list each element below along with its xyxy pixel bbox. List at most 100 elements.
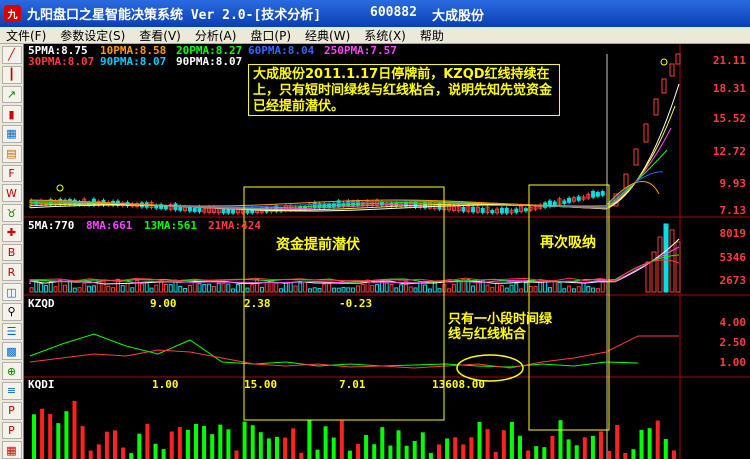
stats-icon[interactable]: ▤ <box>1 144 22 163</box>
volume-bar <box>317 287 322 293</box>
rally-volume-2 <box>657 236 663 293</box>
volume-bar <box>67 280 72 293</box>
price-axis-tick-5: 7.13 <box>719 204 747 217</box>
ma2-label-0: 30PMA:8.07 <box>28 55 95 68</box>
kzqd-red-line <box>29 335 679 369</box>
volume-bar <box>600 281 605 293</box>
pak2-icon[interactable]: P <box>1 421 22 440</box>
candle-chart-icon[interactable]: ┃ <box>1 65 22 84</box>
grid-icon[interactable]: ▩ <box>1 342 22 361</box>
kqdi-bar <box>169 431 174 459</box>
volume-bar <box>567 285 572 293</box>
candle <box>523 208 528 212</box>
vol-ma-line-2 <box>29 254 680 283</box>
volume-bar <box>130 287 135 293</box>
kqdi-bar <box>388 445 393 459</box>
magnify-icon[interactable]: ⊕ <box>1 362 22 381</box>
candle <box>226 209 231 214</box>
menu-item-7[interactable]: 帮助 <box>414 27 452 44</box>
kqdi-value-2: 15.00 <box>244 378 278 391</box>
kqdi-bar <box>339 420 344 459</box>
candle <box>562 200 567 204</box>
menu-item-5[interactable]: 经典(W) <box>299 27 358 44</box>
menu-item-6[interactable]: 系统(X) <box>358 27 414 44</box>
menu-item-4[interactable]: 盘口(P) <box>244 27 299 44</box>
kzqd-label: KZQD <box>28 297 55 310</box>
kqdi-bar <box>671 450 676 459</box>
menu-item-0[interactable]: 文件(F) <box>0 27 54 44</box>
price-axis-tick-0: 21.11 <box>712 54 746 67</box>
kqdi-bar <box>404 445 409 459</box>
kqdi-bar <box>655 420 660 459</box>
volume-bar <box>245 287 250 293</box>
volume-bar <box>312 287 317 293</box>
kqdi-bar <box>493 451 498 459</box>
bull-icon[interactable]: ♉ <box>1 204 22 222</box>
volume-bar <box>514 283 519 293</box>
volume-bar <box>485 284 490 293</box>
ma-line-2 <box>29 127 672 210</box>
volume-bar <box>43 285 48 293</box>
volume-bar <box>547 287 552 293</box>
rally-candle-1 <box>623 173 629 189</box>
grid2-icon[interactable]: ▦ <box>1 441 22 459</box>
f10-icon[interactable]: F <box>1 164 22 183</box>
kqdi-value-1: 1.00 <box>152 378 179 391</box>
candle <box>471 206 476 213</box>
kqdi-bar <box>534 446 539 459</box>
cross-icon[interactable]: ✚ <box>1 223 22 242</box>
pak-icon[interactable]: P <box>1 401 22 420</box>
kqdi-bar <box>623 453 628 459</box>
kqdi-bar <box>639 429 644 459</box>
volume-bar <box>144 282 149 293</box>
menu-item-1[interactable]: 参数设定(S) <box>54 27 133 44</box>
volume-bar <box>471 285 476 293</box>
kqdi-bar <box>121 447 126 459</box>
candle <box>480 207 485 213</box>
kzqd-value-1: 9.00 <box>150 297 177 310</box>
volume-bar <box>451 284 456 293</box>
volume-bar <box>389 283 394 293</box>
b-icon[interactable]: B <box>1 243 22 262</box>
kqdi-bar <box>380 427 385 459</box>
menu-item-3[interactable]: 分析(A) <box>189 27 245 44</box>
kqdi-bar <box>32 414 36 459</box>
kqdi-bar <box>542 447 547 459</box>
volume-bar <box>586 285 591 293</box>
volume-bar <box>370 284 375 293</box>
candle <box>591 191 596 198</box>
volume-bar <box>528 286 533 293</box>
trend-icon[interactable]: ↗ <box>1 85 22 104</box>
kqdi-bar <box>607 450 612 459</box>
volume-bar <box>259 286 264 293</box>
menu-item-2[interactable]: 查看(V) <box>133 27 189 44</box>
volume-bar <box>149 287 154 293</box>
volume-bar <box>571 288 576 293</box>
chart-small-icon[interactable]: ◫ <box>1 283 22 301</box>
line-chart-icon[interactable]: ╱ <box>1 46 22 64</box>
kqdi-bar <box>453 437 458 459</box>
bar-icon[interactable]: ▮ <box>1 105 22 124</box>
kqdi-bar <box>242 421 247 459</box>
volume-bar <box>250 284 255 293</box>
kqdi-bar <box>250 425 255 459</box>
volume-bar <box>101 280 106 293</box>
menu-icon[interactable]: ≡ <box>1 382 22 400</box>
kqdi-bar <box>477 421 482 459</box>
price-axis-tick-1: 18.31 <box>712 82 746 95</box>
kqdi-bar <box>226 429 231 459</box>
w-icon[interactable]: W <box>1 184 22 203</box>
bike-icon[interactable]: ⚲ <box>1 302 22 321</box>
multi-window-icon[interactable]: ▦ <box>1 125 22 143</box>
r-icon[interactable]: R <box>1 263 22 282</box>
candle <box>461 206 466 212</box>
kzqd-axis-tick-0: 4.00 <box>719 316 747 329</box>
ma2-label-2: 90PMA:8.07 <box>176 55 243 68</box>
candle <box>576 196 581 201</box>
list-icon[interactable]: ☰ <box>1 322 22 341</box>
volume-bar <box>168 284 173 293</box>
title-bar: 九 九阳盘口之星智能决策系统 Ver 2.0-[技术分析] 600882 大成股… <box>0 0 750 27</box>
rally-volume-5 <box>675 241 681 293</box>
annotation-absorb: 再次吸纳 <box>540 235 596 251</box>
volume-bar <box>288 282 293 293</box>
